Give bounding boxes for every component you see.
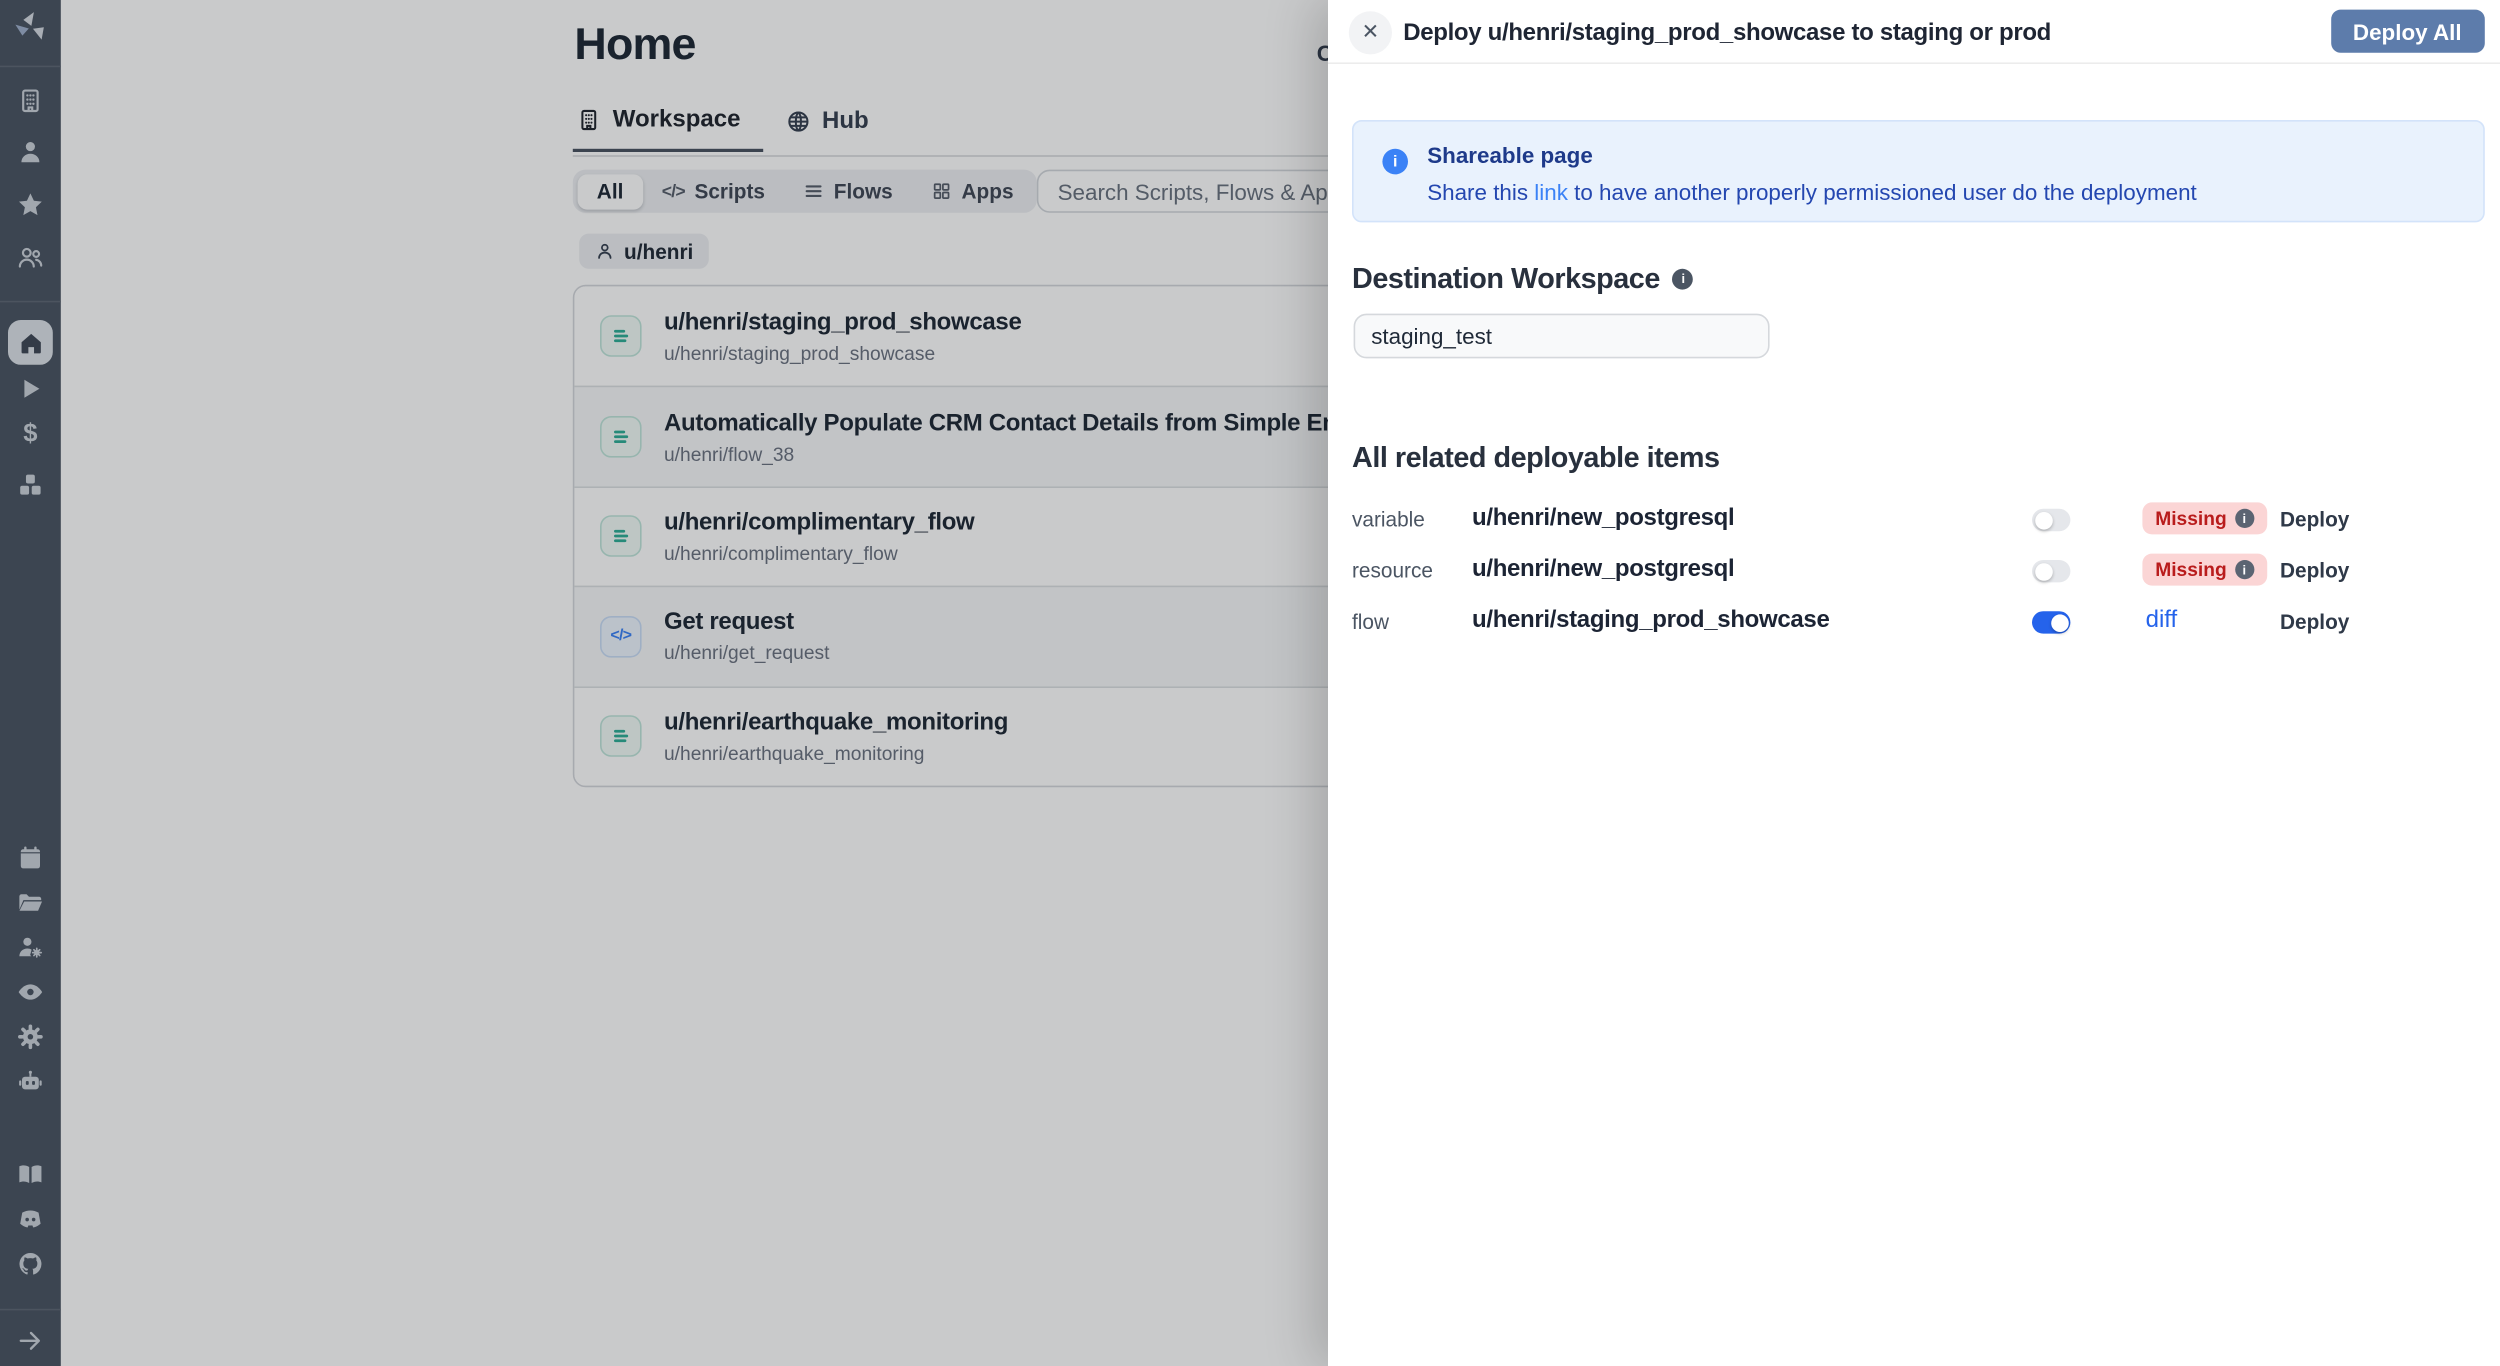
diff-link[interactable]: diff	[2146, 606, 2178, 633]
deployable-row: resource u/henri/new_postgresql Missing …	[1328, 549, 2500, 594]
deployable-row: flow u/henri/staging_prod_showcase diff …	[1328, 600, 2500, 645]
deploy-drawer: ✕ Deploy u/henri/staging_prod_showcase t…	[1328, 0, 2500, 1366]
status-label: Missing	[2155, 558, 2226, 580]
deployable-kind: resource	[1352, 558, 1433, 582]
status-badge: Missing i	[2142, 554, 2266, 586]
deployable-row: variable u/henri/new_postgresql Missing …	[1328, 498, 2500, 543]
status-label: Missing	[2155, 507, 2226, 529]
alert-body-suffix: to have another properly permissioned us…	[1568, 179, 2197, 205]
heading-label: All related deployable items	[1352, 442, 1720, 476]
deploy-toggle[interactable]	[2032, 509, 2070, 531]
share-link[interactable]: link	[1534, 179, 1568, 205]
deployable-name: u/henri/new_postgresql	[1472, 555, 1734, 582]
deploy-toggle[interactable]	[2032, 560, 2070, 582]
deploy-button[interactable]: Deploy	[2280, 610, 2349, 634]
drawer-title: Deploy u/henri/staging_prod_showcase to …	[1403, 19, 2051, 46]
deploy-all-button[interactable]: Deploy All	[2331, 10, 2485, 53]
heading-label: Destination Workspace	[1352, 262, 1660, 296]
deployable-kind: flow	[1352, 610, 1389, 634]
deployable-kind: variable	[1352, 507, 1425, 531]
deployable-items-heading: All related deployable items	[1352, 442, 1720, 476]
close-icon[interactable]: ✕	[1349, 10, 1392, 53]
deploy-button[interactable]: Deploy	[2280, 507, 2349, 531]
info-icon[interactable]: i	[2235, 509, 2254, 528]
deployable-name: u/henri/new_postgresql	[1472, 504, 1734, 531]
destination-workspace-heading: Destination Workspace i	[1352, 262, 1693, 296]
info-icon[interactable]: i	[2235, 560, 2254, 579]
shareable-page-alert: i Shareable page Share this link to have…	[1352, 120, 2484, 222]
deploy-toggle[interactable]	[2032, 611, 2070, 633]
app-root: $	[0, 0, 2500, 1366]
alert-title: Shareable page	[1427, 142, 1593, 168]
drawer-header: ✕ Deploy u/henri/staging_prod_showcase t…	[1328, 0, 2500, 64]
deploy-button[interactable]: Deploy	[2280, 558, 2349, 582]
status-badge: Missing i	[2142, 502, 2266, 534]
info-icon: i	[1382, 149, 1408, 175]
alert-body-prefix: Share this	[1427, 179, 1534, 205]
info-icon[interactable]: i	[1673, 269, 1694, 290]
alert-body: Share this link to have another properly…	[1427, 179, 2197, 205]
deployable-name: u/henri/staging_prod_showcase	[1472, 606, 1829, 633]
destination-workspace-input[interactable]	[1354, 314, 1770, 359]
